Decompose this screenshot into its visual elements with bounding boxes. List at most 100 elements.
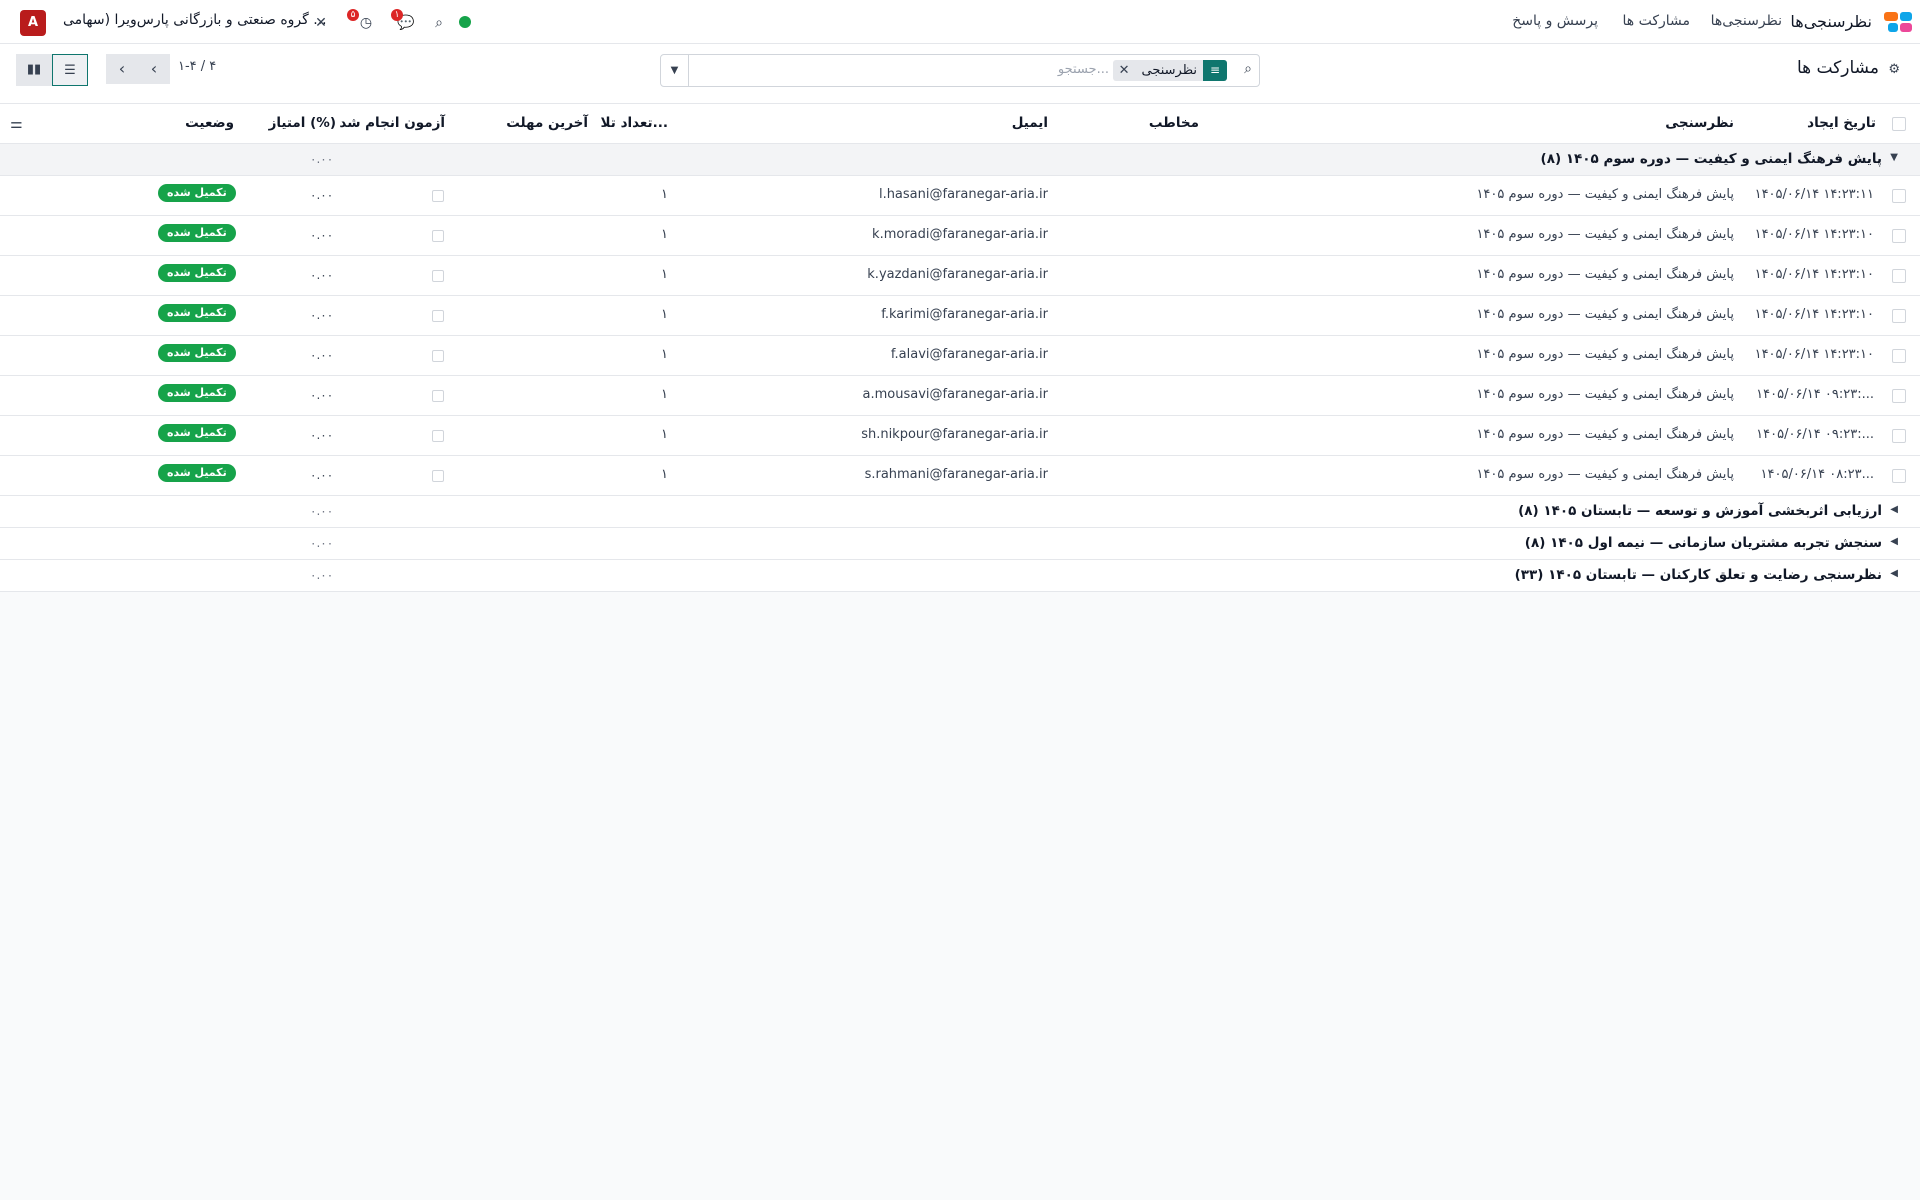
- status-badge: تکمیل شده: [158, 304, 236, 322]
- user-avatar[interactable]: A: [20, 10, 46, 36]
- table-row[interactable]: ۱۴۰۵/۰۶/۱۴ ۱۴:۲۳:۱۱ پایش فرهنگ ایمنی و کی…: [0, 176, 1920, 216]
- col-score[interactable]: امتیاز (%): [269, 115, 336, 131]
- cell-email: l.hasani@faranegar-aria.ir: [878, 187, 1048, 202]
- cell-score: ۰.۰۰: [310, 188, 334, 202]
- group-row-collapsed[interactable]: ◀ نظرسنجی رضایت و تعلق کارکنان — تابستان …: [0, 560, 1920, 592]
- row-checkbox[interactable]: [1892, 229, 1906, 243]
- group-label: پایش فرهنگ ایمنی و کیفیت — دوره سوم ۱۴۰۵…: [1540, 151, 1882, 167]
- row-checkbox[interactable]: [1892, 429, 1906, 443]
- cell-created: ۱۴۰۵/۰۶/۱۴ ۰۹:۲۳:...: [1756, 427, 1874, 442]
- done-checkbox: [432, 270, 444, 282]
- row-checkbox[interactable]: [1892, 389, 1906, 403]
- search-options-toggle[interactable]: ▼: [661, 55, 689, 86]
- caret-down-icon: ▼: [1890, 152, 1898, 163]
- row-checkbox[interactable]: [1892, 349, 1906, 363]
- kanban-view-button[interactable]: ▮▮: [16, 54, 52, 86]
- select-all-checkbox[interactable]: [1892, 117, 1906, 131]
- messages-badge: ۱: [391, 9, 403, 21]
- menu-participations[interactable]: مشارکت ها: [1622, 13, 1690, 29]
- search-icon[interactable]: ⌕: [1244, 61, 1252, 77]
- cell-email: s.rahmani@faranegar-aria.ir: [864, 467, 1048, 482]
- search-input[interactable]: جستجو...: [1058, 62, 1109, 77]
- done-checkbox: [432, 390, 444, 402]
- facet-label: نظرسنجی: [1141, 63, 1198, 78]
- cell-survey: پایش فرهنگ ایمنی و کیفیت — دوره سوم ۱۴۰۵: [1476, 387, 1734, 402]
- col-contact[interactable]: مخاطب: [1149, 115, 1199, 131]
- cell-created: ۱۴۰۵/۰۶/۱۴ ۱۴:۲۳:۱۰: [1754, 267, 1874, 282]
- cell-email: f.karimi@faranegar-aria.ir: [881, 307, 1048, 322]
- debug-tools-icon[interactable]: ✕: [310, 12, 332, 34]
- group-score-sum: ۰.۰۰: [310, 568, 334, 582]
- cell-email: k.moradi@faranegar-aria.ir: [872, 227, 1048, 242]
- cell-survey: پایش فرهنگ ایمنی و کیفیت — دوره سوم ۱۴۰۵: [1476, 187, 1734, 202]
- search-bar[interactable]: ⌕ ≡ نظرسنجی ✕ جستجو... ▼: [660, 54, 1260, 87]
- done-checkbox: [432, 230, 444, 242]
- search-facet: ≡ نظرسنجی ✕: [1112, 60, 1227, 81]
- cell-survey: پایش فرهنگ ایمنی و کیفیت — دوره سوم ۱۴۰۵: [1476, 267, 1734, 282]
- col-survey[interactable]: نظرسنجی: [1665, 115, 1734, 131]
- company-switcher[interactable]: گروه صنعتی و بازرگانی پارس‌ویرا (سهامی .…: [63, 12, 327, 28]
- cell-created: ۱۴۰۵/۰۶/۱۴ ۱۴:۲۳:۱۰: [1754, 227, 1874, 242]
- done-checkbox: [432, 350, 444, 362]
- pager-value[interactable]: ۱-۴ / ۴: [178, 59, 216, 74]
- cell-score: ۰.۰۰: [310, 228, 334, 242]
- col-created[interactable]: تاریخ ایجاد: [1807, 115, 1876, 131]
- group-row-collapsed[interactable]: ◀ ارزیابی اثربخشی آموزش و توسعه — تابستان…: [0, 496, 1920, 528]
- row-checkbox[interactable]: [1892, 469, 1906, 483]
- table-row[interactable]: ۱۴۰۵/۰۶/۱۴ ۱۴:۲۳:۱۰ پایش فرهنگ ایمنی و کی…: [0, 296, 1920, 336]
- done-checkbox: [432, 470, 444, 482]
- cell-attempts: ۱: [661, 387, 668, 402]
- cell-score: ۰.۰۰: [310, 388, 334, 402]
- row-checkbox[interactable]: [1892, 269, 1906, 283]
- col-done[interactable]: آزمون انجام شد: [339, 115, 445, 131]
- col-email[interactable]: ایمیل: [1012, 115, 1048, 131]
- cell-score: ۰.۰۰: [310, 348, 334, 362]
- row-checkbox[interactable]: [1892, 189, 1906, 203]
- messages-icon[interactable]: 💬 ۱: [391, 9, 417, 34]
- group-row-collapsed[interactable]: ◀ سنجش تجربه مشتریان سازمانی — نیمه اول ۱…: [0, 528, 1920, 560]
- list-view-button[interactable]: ☰: [52, 54, 88, 86]
- app-logo-icon[interactable]: [1884, 12, 1912, 34]
- col-deadline[interactable]: آخرین مهلت: [506, 115, 588, 131]
- cell-created: ۱۴۰۵/۰۶/۱۴ ۱۴:۲۳:۱۰: [1754, 307, 1874, 322]
- pager-prev-button[interactable]: ‹: [106, 54, 138, 84]
- group-score-sum: ۰.۰۰: [310, 536, 334, 550]
- table-row[interactable]: ۱۴۰۵/۰۶/۱۴ ۰۹:۲۳:... پایش فرهنگ ایمنی و ک…: [0, 376, 1920, 416]
- online-status-icon: [459, 16, 471, 28]
- table-header: تاریخ ایجاد نظرسنجی مخاطب ایمیل تعداد تل…: [0, 104, 1920, 144]
- cell-survey: پایش فرهنگ ایمنی و کیفیت — دوره سوم ۱۴۰۵: [1476, 307, 1734, 322]
- menu-surveys[interactable]: نظرسنجی‌ها: [1711, 13, 1782, 29]
- group-score-sum: ۰.۰۰: [310, 152, 334, 166]
- row-checkbox[interactable]: [1892, 309, 1906, 323]
- col-attempts[interactable]: تعداد تلا...: [601, 115, 668, 131]
- cell-score: ۰.۰۰: [310, 308, 334, 322]
- caret-left-icon: ◀: [1890, 504, 1898, 515]
- pager-next-button[interactable]: ‹: [138, 54, 170, 84]
- app-name[interactable]: نظرسنجی‌ها: [1790, 12, 1872, 31]
- table-row[interactable]: ۱۴۰۵/۰۶/۱۴ ۰۸:۲۳... پایش فرهنگ ایمنی و کی…: [0, 456, 1920, 496]
- gear-icon[interactable]: ⚙: [1888, 62, 1900, 77]
- col-status[interactable]: وضعیت: [185, 115, 234, 131]
- status-badge: تکمیل شده: [158, 424, 236, 442]
- table-row[interactable]: ۱۴۰۵/۰۶/۱۴ ۱۴:۲۳:۱۰ پایش فرهنگ ایمنی و کی…: [0, 256, 1920, 296]
- page-title: مشارکت ها ⚙: [1797, 58, 1900, 78]
- group-label: ارزیابی اثربخشی آموزش و توسعه — تابستان …: [1518, 503, 1882, 519]
- table-row[interactable]: ۱۴۰۵/۰۶/۱۴ ۱۴:۲۳:۱۰ پایش فرهنگ ایمنی و کی…: [0, 216, 1920, 256]
- menu-questions[interactable]: پرسش و پاسخ: [1512, 13, 1598, 29]
- status-badge: تکمیل شده: [158, 384, 236, 402]
- cell-attempts: ۱: [661, 187, 668, 202]
- activity-clock-icon[interactable]: ◷ ۵: [347, 9, 377, 34]
- cell-survey: پایش فرهنگ ایمنی و کیفیت — دوره سوم ۱۴۰۵: [1476, 427, 1734, 442]
- cell-attempts: ۱: [661, 307, 668, 322]
- top-navbar: نظرسنجی‌ها نظرسنجی‌ها مشارکت ها پرسش و پ…: [0, 0, 1920, 44]
- table-row[interactable]: ۱۴۰۵/۰۶/۱۴ ۰۹:۲۳:... پایش فرهنگ ایمنی و ک…: [0, 416, 1920, 456]
- cell-created: ۱۴۰۵/۰۶/۱۴ ۰۹:۲۳:...: [1756, 387, 1874, 402]
- search-icon[interactable]: ⌕: [428, 12, 450, 34]
- group-row-open[interactable]: ▼ پایش فرهنگ ایمنی و کیفیت — دوره سوم ۱۴…: [0, 144, 1920, 176]
- optional-columns-icon[interactable]: ⚌: [10, 116, 23, 132]
- remove-facet-icon[interactable]: ✕: [1113, 63, 1136, 78]
- cell-attempts: ۱: [661, 227, 668, 242]
- cell-email: f.alavi@faranegar-aria.ir: [890, 347, 1048, 362]
- cell-created: ۱۴۰۵/۰۶/۱۴ ۰۸:۲۳...: [1760, 467, 1874, 482]
- table-row[interactable]: ۱۴۰۵/۰۶/۱۴ ۱۴:۲۳:۱۰ پایش فرهنگ ایمنی و کی…: [0, 336, 1920, 376]
